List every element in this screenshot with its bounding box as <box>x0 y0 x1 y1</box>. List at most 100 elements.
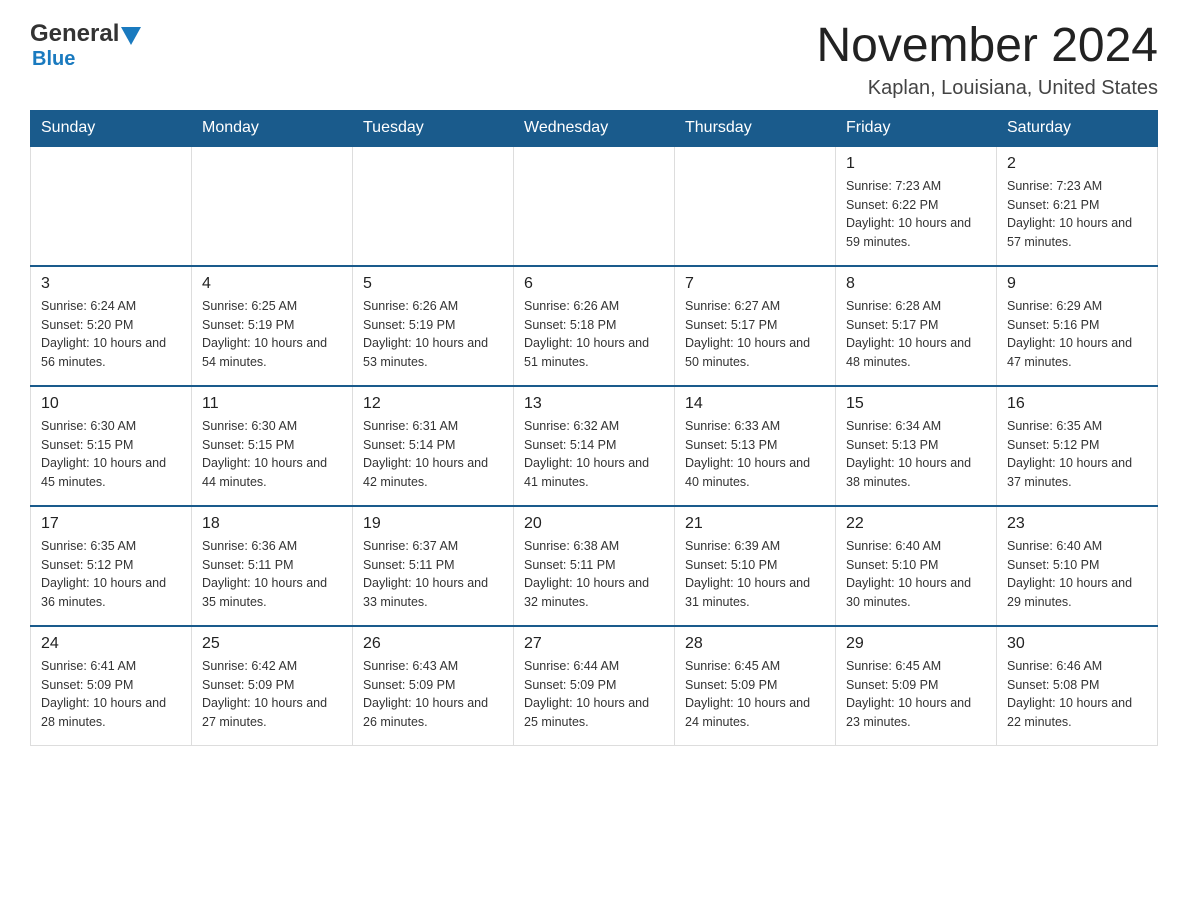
day-number: 8 <box>846 275 986 293</box>
calendar-cell: 5Sunrise: 6:26 AMSunset: 5:19 PMDaylight… <box>353 266 514 386</box>
title-block: November 2024 Kaplan, Louisiana, United … <box>816 20 1158 100</box>
day-info: Sunrise: 6:37 AMSunset: 5:11 PMDaylight:… <box>363 537 503 612</box>
day-number: 3 <box>41 275 181 293</box>
day-number: 15 <box>846 395 986 413</box>
day-number: 1 <box>846 155 986 173</box>
calendar-cell: 3 Sunrise: 6:24 AMSunset: 5:20 PMDaylight… <box>31 266 192 386</box>
day-number: 24 <box>41 635 181 653</box>
calendar-cell: 23 Sunrise: 6:40 AMSunset: 5:10 PMDayligh… <box>997 506 1158 626</box>
day-info: Sunrise: 6:45 AMSunset: 5:09 PMDaylight:… <box>685 657 825 732</box>
calendar-cell <box>353 146 514 266</box>
day-info: Sunrise: 7:23 AMSunset: 6:22 PMDaylight:… <box>846 177 986 252</box>
day-info: Sunrise: 6:24 AMSunset: 5:20 PMDaylight:… <box>41 297 181 372</box>
calendar-cell: 15 Sunrise: 6:34 AMSunset: 5:13 PMDayligh… <box>836 386 997 506</box>
day-info: Sunrise: 6:36 AMSunset: 5:11 PMDaylight:… <box>202 537 342 612</box>
calendar-cell <box>192 146 353 266</box>
calendar-cell: 8 Sunrise: 6:28 AMSunset: 5:17 PMDaylight… <box>836 266 997 386</box>
day-info: Sunrise: 6:26 AMSunset: 5:19 PMDaylight:… <box>363 297 503 372</box>
calendar-cell: 19Sunrise: 6:37 AMSunset: 5:11 PMDayligh… <box>353 506 514 626</box>
day-number: 29 <box>846 635 986 653</box>
calendar-cell: 12 Sunrise: 6:31 AMSunset: 5:14 PMDayligh… <box>353 386 514 506</box>
day-number: 23 <box>1007 515 1147 533</box>
day-info: Sunrise: 6:40 AMSunset: 5:10 PMDaylight:… <box>1007 537 1147 612</box>
day-info: Sunrise: 6:33 AMSunset: 5:13 PMDaylight:… <box>685 417 825 492</box>
calendar-week-row: 17 Sunrise: 6:35 AMSunset: 5:12 PMDayligh… <box>31 506 1158 626</box>
day-number: 27 <box>524 635 664 653</box>
calendar-header-friday: Friday <box>836 110 997 146</box>
day-number: 20 <box>524 515 664 533</box>
day-info: Sunrise: 6:41 AMSunset: 5:09 PMDaylight:… <box>41 657 181 732</box>
calendar-cell <box>31 146 192 266</box>
calendar-cell: 14Sunrise: 6:33 AMSunset: 5:13 PMDayligh… <box>675 386 836 506</box>
calendar-cell: 28 Sunrise: 6:45 AMSunset: 5:09 PMDayligh… <box>675 626 836 746</box>
day-number: 10 <box>41 395 181 413</box>
calendar-cell: 11 Sunrise: 6:30 AMSunset: 5:15 PMDayligh… <box>192 386 353 506</box>
calendar-cell: 9Sunrise: 6:29 AMSunset: 5:16 PMDaylight… <box>997 266 1158 386</box>
day-info: Sunrise: 6:35 AMSunset: 5:12 PMDaylight:… <box>41 537 181 612</box>
calendar-header-wednesday: Wednesday <box>514 110 675 146</box>
calendar-cell: 10Sunrise: 6:30 AMSunset: 5:15 PMDayligh… <box>31 386 192 506</box>
day-info: Sunrise: 6:25 AMSunset: 5:19 PMDaylight:… <box>202 297 342 372</box>
calendar-week-row: 10 Sunrise: 6:30 AMSunset: 5:15 PMDayligh… <box>31 386 1158 506</box>
day-number: 25 <box>202 635 342 653</box>
logo-general-text: General <box>30 20 119 48</box>
day-number: 2 <box>1007 155 1147 173</box>
calendar-week-row: 3 Sunrise: 6:24 AMSunset: 5:20 PMDaylight… <box>31 266 1158 386</box>
calendar-header-monday: Monday <box>192 110 353 146</box>
calendar-header-row: SundayMondayTuesdayWednesdayThursdayFrid… <box>31 110 1158 146</box>
calendar-cell: 24 Sunrise: 6:41 AMSunset: 5:09 PMDayligh… <box>31 626 192 746</box>
calendar-cell: 16 Sunrise: 6:35 AMSunset: 5:12 PMDayligh… <box>997 386 1158 506</box>
calendar-header-saturday: Saturday <box>997 110 1158 146</box>
day-info: Sunrise: 6:28 AMSunset: 5:17 PMDaylight:… <box>846 297 986 372</box>
day-number: 12 <box>363 395 503 413</box>
calendar-week-row: 24 Sunrise: 6:41 AMSunset: 5:09 PMDayligh… <box>31 626 1158 746</box>
day-info: Sunrise: 6:35 AMSunset: 5:12 PMDaylight:… <box>1007 417 1147 492</box>
day-number: 21 <box>685 515 825 533</box>
day-info: Sunrise: 6:38 AMSunset: 5:11 PMDaylight:… <box>524 537 664 612</box>
calendar-cell: 1 Sunrise: 7:23 AMSunset: 6:22 PMDaylight… <box>836 146 997 266</box>
day-info: Sunrise: 7:23 AMSunset: 6:21 PMDaylight:… <box>1007 177 1147 252</box>
calendar-cell: 26 Sunrise: 6:43 AMSunset: 5:09 PMDayligh… <box>353 626 514 746</box>
day-number: 30 <box>1007 635 1147 653</box>
logo-blue-text: Blue <box>32 48 75 70</box>
calendar-header-sunday: Sunday <box>31 110 192 146</box>
day-info: Sunrise: 6:42 AMSunset: 5:09 PMDaylight:… <box>202 657 342 732</box>
day-info: Sunrise: 6:43 AMSunset: 5:09 PMDaylight:… <box>363 657 503 732</box>
calendar-cell: 13Sunrise: 6:32 AMSunset: 5:14 PMDayligh… <box>514 386 675 506</box>
day-info: Sunrise: 6:29 AMSunset: 5:16 PMDaylight:… <box>1007 297 1147 372</box>
day-info: Sunrise: 6:34 AMSunset: 5:13 PMDaylight:… <box>846 417 986 492</box>
day-number: 16 <box>1007 395 1147 413</box>
calendar-table: SundayMondayTuesdayWednesdayThursdayFrid… <box>30 110 1158 747</box>
day-number: 6 <box>524 275 664 293</box>
calendar-cell: 21 Sunrise: 6:39 AMSunset: 5:10 PMDayligh… <box>675 506 836 626</box>
calendar-cell: 30Sunrise: 6:46 AMSunset: 5:08 PMDayligh… <box>997 626 1158 746</box>
calendar-header-tuesday: Tuesday <box>353 110 514 146</box>
calendar-cell: 20 Sunrise: 6:38 AMSunset: 5:11 PMDayligh… <box>514 506 675 626</box>
day-number: 26 <box>363 635 503 653</box>
calendar-cell: 27Sunrise: 6:44 AMSunset: 5:09 PMDayligh… <box>514 626 675 746</box>
day-info: Sunrise: 6:31 AMSunset: 5:14 PMDaylight:… <box>363 417 503 492</box>
logo-triangle-icon <box>121 27 141 45</box>
day-info: Sunrise: 6:26 AMSunset: 5:18 PMDaylight:… <box>524 297 664 372</box>
page-header: General Blue November 2024 Kaplan, Louis… <box>30 20 1158 100</box>
day-number: 28 <box>685 635 825 653</box>
calendar-cell: 29 Sunrise: 6:45 AMSunset: 5:09 PMDayligh… <box>836 626 997 746</box>
day-number: 11 <box>202 395 342 413</box>
logo: General Blue <box>30 20 141 71</box>
day-info: Sunrise: 6:39 AMSunset: 5:10 PMDaylight:… <box>685 537 825 612</box>
calendar-cell: 4 Sunrise: 6:25 AMSunset: 5:19 PMDaylight… <box>192 266 353 386</box>
day-info: Sunrise: 6:27 AMSunset: 5:17 PMDaylight:… <box>685 297 825 372</box>
day-number: 17 <box>41 515 181 533</box>
day-info: Sunrise: 6:40 AMSunset: 5:10 PMDaylight:… <box>846 537 986 612</box>
day-info: Sunrise: 6:30 AMSunset: 5:15 PMDaylight:… <box>202 417 342 492</box>
calendar-cell <box>675 146 836 266</box>
calendar-cell: 6 Sunrise: 6:26 AMSunset: 5:18 PMDaylight… <box>514 266 675 386</box>
day-number: 4 <box>202 275 342 293</box>
day-info: Sunrise: 6:45 AMSunset: 5:09 PMDaylight:… <box>846 657 986 732</box>
calendar-header-thursday: Thursday <box>675 110 836 146</box>
day-number: 22 <box>846 515 986 533</box>
day-number: 13 <box>524 395 664 413</box>
calendar-cell: 22 Sunrise: 6:40 AMSunset: 5:10 PMDayligh… <box>836 506 997 626</box>
day-number: 7 <box>685 275 825 293</box>
calendar-week-row: 1 Sunrise: 7:23 AMSunset: 6:22 PMDaylight… <box>31 146 1158 266</box>
